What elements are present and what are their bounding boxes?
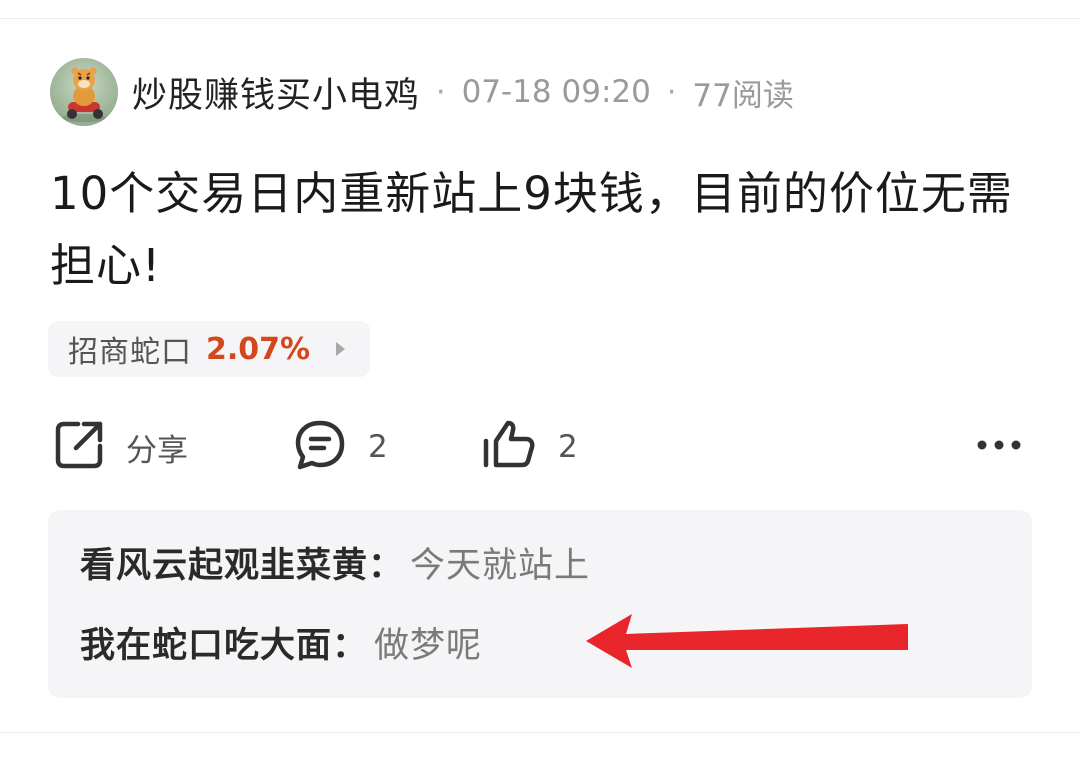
comment-item[interactable]: 看风云起观韭菜黄 ： 今天就站上 <box>80 532 590 592</box>
chevron-right-icon <box>336 342 346 356</box>
comment-item[interactable]: 我在蛇口吃大面 ： 做梦呢 <box>80 612 482 672</box>
comment-colon: ： <box>332 625 369 666</box>
comment-user[interactable]: 我在蛇口吃大面 <box>80 617 332 668</box>
comment-text: 做梦呢 <box>374 625 483 666</box>
like-count: 2 <box>558 429 578 465</box>
post-card: 炒股赚钱买小电鸡 · 07-18 09:20 · 77阅读 10个交易日内重新站… <box>0 0 1080 760</box>
more-button[interactable] <box>974 415 1024 479</box>
author-name[interactable]: 炒股赚钱买小电鸡 <box>132 67 420 118</box>
comment-button[interactable]: 2 <box>292 415 388 479</box>
comment-icon <box>292 417 348 477</box>
read-count: 77阅读 <box>692 77 794 114</box>
more-icon <box>974 435 1024 459</box>
meta-separator: · <box>436 74 446 110</box>
stock-change: 2.07% <box>206 331 311 367</box>
post-time: 07-18 09:20 <box>461 74 651 110</box>
share-label: 分享 <box>126 432 188 469</box>
thumbs-up-icon <box>480 417 538 477</box>
share-button[interactable]: 分享 <box>52 415 188 479</box>
author-row: 炒股赚钱买小电鸡 · 07-18 09:20 · 77阅读 <box>50 56 794 128</box>
action-bar: 分享 2 2 <box>52 415 1032 479</box>
stock-tag[interactable]: 招商蛇口 2.07% <box>48 321 370 377</box>
avatar[interactable] <box>50 58 118 126</box>
stock-name: 招商蛇口 <box>68 335 192 370</box>
post-title[interactable]: 10个交易日内重新站上9块钱，目前的价位无需担心! <box>50 158 1040 302</box>
comment-count: 2 <box>368 429 388 465</box>
share-icon <box>52 418 106 476</box>
comment-user[interactable]: 看风云起观韭菜黄 <box>80 537 368 588</box>
annotation-arrow-icon <box>586 612 912 676</box>
bottom-divider <box>0 732 1080 733</box>
comment-colon: ： <box>368 545 405 586</box>
meta-separator: · <box>666 74 677 110</box>
comment-text: 今天就站上 <box>410 545 591 586</box>
like-button[interactable]: 2 <box>480 415 578 479</box>
top-divider <box>0 18 1080 19</box>
